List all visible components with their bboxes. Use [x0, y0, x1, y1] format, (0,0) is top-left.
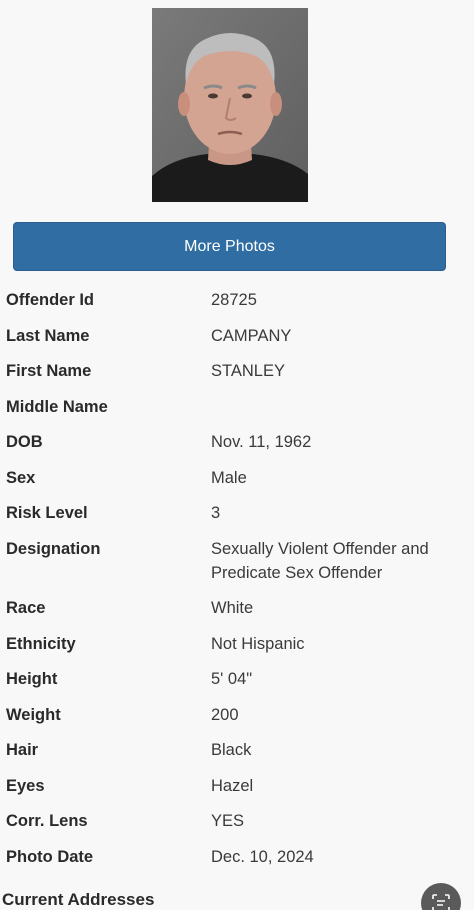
scan-text-icon	[432, 894, 450, 910]
detail-label: Last Name	[6, 326, 90, 345]
detail-row-height: Height 5' 04"	[6, 662, 468, 698]
detail-label: Race	[6, 599, 46, 617]
detail-row-last-name: Last Name CAMPANY	[6, 319, 468, 355]
offender-detail-page: More Photos Offender Id 28725 Last Name …	[0, 0, 474, 910]
detail-row-corr-lens: Corr. Lens YES	[6, 804, 468, 840]
detail-label: Designation	[6, 539, 101, 558]
detail-row-hair: Hair Black	[6, 733, 468, 769]
detail-value: 3	[211, 504, 221, 522]
detail-label: Sex	[6, 468, 36, 487]
detail-row-weight: Weight 200	[6, 698, 468, 734]
detail-row-first-name: First Name STANLEY	[6, 354, 468, 390]
detail-label: Height	[6, 670, 58, 688]
detail-label: Middle Name	[6, 397, 108, 416]
current-addresses-heading: Current Addresses	[2, 890, 155, 909]
more-photos-label: More Photos	[184, 237, 275, 255]
detail-label: Offender Id	[6, 291, 95, 309]
detail-row-offender-id: Offender Id 28725	[6, 283, 468, 319]
detail-label: First Name	[6, 362, 92, 380]
detail-row-eyes: Eyes Hazel	[6, 769, 468, 805]
detail-label: Photo Date	[6, 847, 94, 866]
offender-details-list: Offender Id 28725 Last Name CAMPANY Firs…	[6, 283, 468, 875]
detail-value: Black	[211, 741, 252, 759]
detail-value: Male	[211, 468, 247, 487]
detail-value: 28725	[211, 291, 257, 309]
detail-value: CAMPANY	[211, 326, 292, 345]
offender-photo[interactable]	[152, 8, 308, 202]
detail-row-race: Race White	[6, 591, 468, 627]
detail-value: 200	[211, 705, 239, 724]
detail-value: Hazel	[211, 776, 254, 795]
detail-label: Risk Level	[6, 504, 88, 522]
detail-label: DOB	[6, 433, 43, 451]
scan-text-button[interactable]	[421, 883, 461, 910]
detail-value: Dec. 10, 2024	[211, 847, 314, 866]
detail-row-photo-date: Photo Date Dec. 10, 2024	[6, 840, 468, 876]
detail-row-sex: Sex Male	[6, 461, 468, 497]
detail-row-dob: DOB Nov. 11, 1962	[6, 425, 468, 461]
detail-value: Sexually Violent Offender and Predicate …	[211, 539, 429, 582]
detail-label: Eyes	[6, 776, 45, 795]
detail-value: White	[211, 599, 254, 617]
detail-label: Weight	[6, 705, 61, 724]
detail-label: Ethnicity	[6, 634, 76, 653]
detail-row-risk-level: Risk Level 3	[6, 496, 468, 532]
detail-label: Corr. Lens	[6, 812, 88, 830]
detail-value: 5' 04"	[211, 670, 253, 688]
detail-value: YES	[211, 812, 245, 830]
detail-label: Hair	[6, 741, 39, 759]
detail-value: STANLEY	[211, 362, 285, 380]
detail-row-middle-name: Middle Name	[6, 390, 468, 426]
more-photos-button[interactable]: More Photos	[13, 222, 446, 271]
detail-row-designation: Designation Sexually Violent Offender an…	[6, 532, 468, 592]
detail-value: Nov. 11, 1962	[211, 433, 312, 451]
detail-row-ethnicity: Ethnicity Not Hispanic	[6, 627, 468, 663]
offender-photo-image	[152, 8, 308, 202]
detail-value: Not Hispanic	[211, 634, 305, 653]
